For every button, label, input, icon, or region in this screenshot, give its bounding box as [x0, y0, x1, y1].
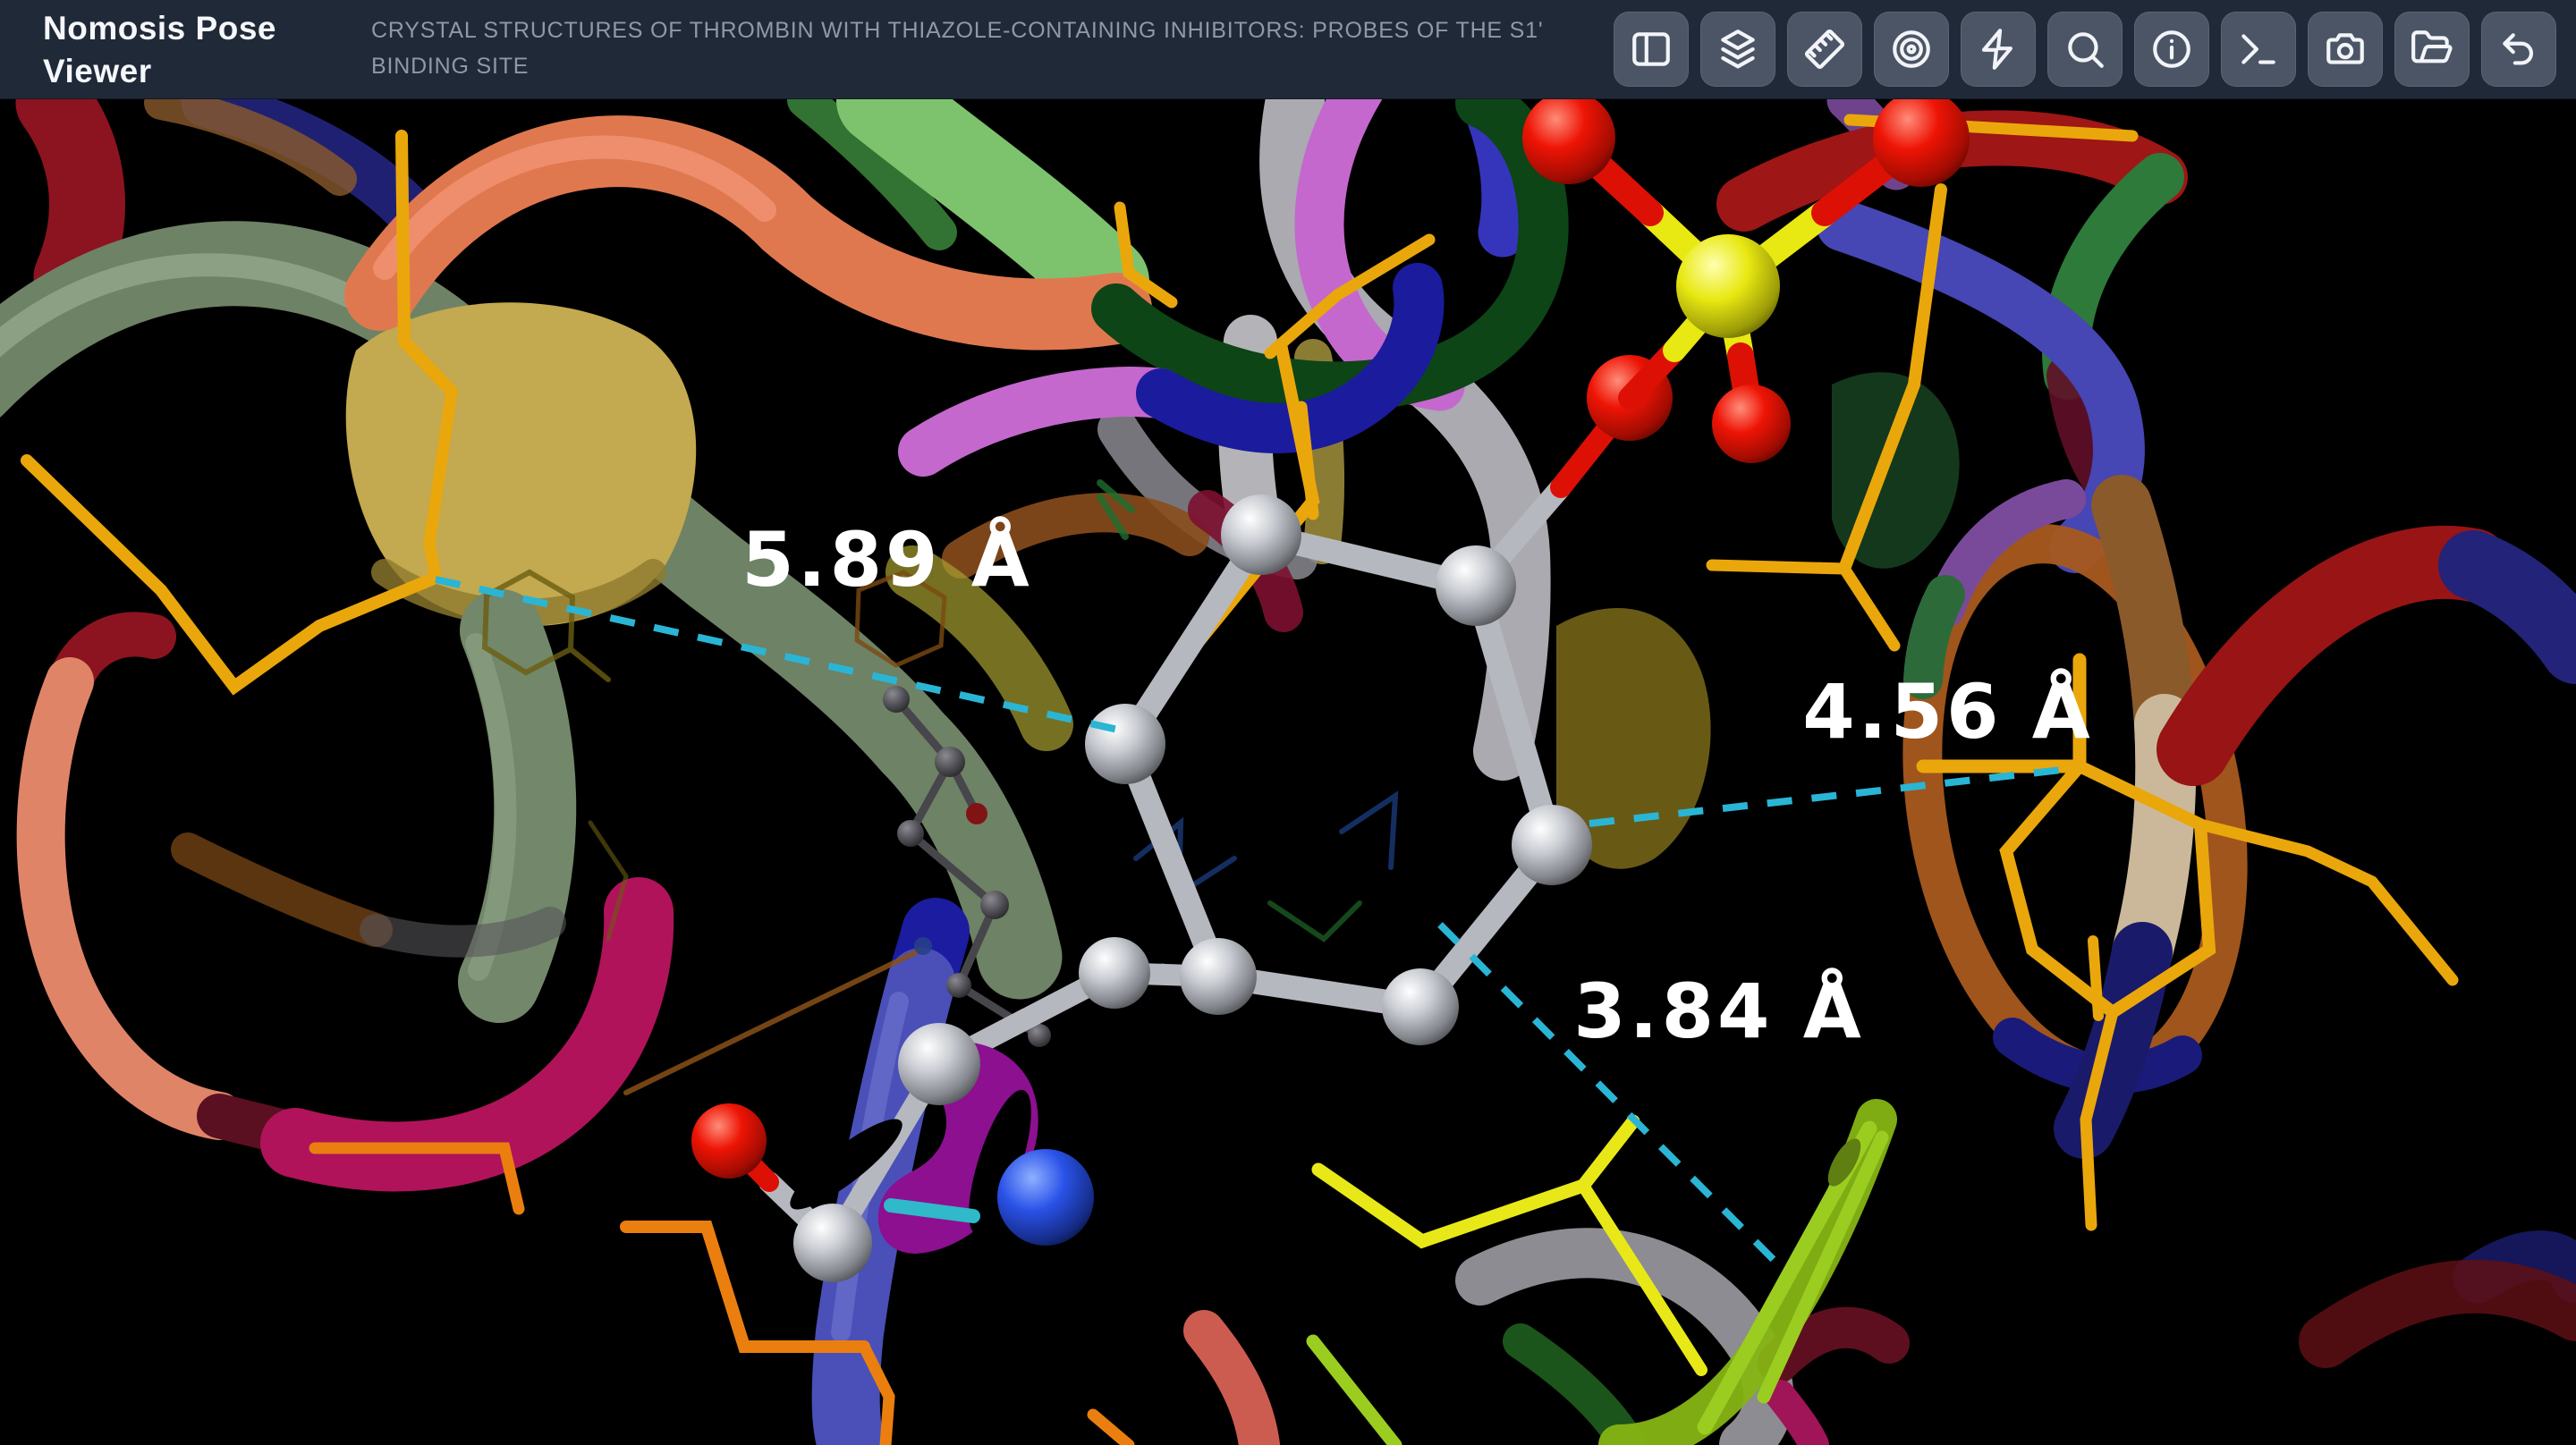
folder-open-icon — [2410, 27, 2454, 72]
console-button[interactable] — [2221, 12, 2296, 87]
search-icon — [2063, 27, 2107, 72]
panel-toggle-button[interactable] — [1614, 12, 1689, 87]
undo-icon — [2496, 27, 2541, 72]
sulfate-oxygen-atom — [1712, 384, 1791, 463]
structure-title-line1: CRYSTAL STRUCTURES OF THROMBIN WITH THIA… — [371, 13, 1543, 48]
app-title: Nomosis Pose Viewer — [43, 7, 276, 93]
screenshot-button[interactable] — [2308, 12, 2383, 87]
quick-actions-button[interactable] — [1961, 12, 2036, 87]
header-bar: Nomosis Pose Viewer CRYSTAL STRUCTURES O… — [0, 0, 2576, 99]
app-title-line2: Viewer — [43, 50, 276, 93]
info-button[interactable] — [2134, 12, 2209, 87]
terminal-icon — [2236, 27, 2281, 72]
molecule-scene: 5.89 Å 4.56 Å 3.84 Å — [0, 98, 2576, 1445]
structure-title: CRYSTAL STRUCTURES OF THROMBIN WITH THIA… — [371, 13, 1543, 84]
sulfur-atom — [1676, 234, 1780, 338]
ruler-icon — [1802, 27, 1847, 72]
measurement-label-2: 4.56 Å — [1802, 668, 2094, 756]
undo-button[interactable] — [2481, 12, 2556, 87]
open-file-button[interactable] — [2394, 12, 2470, 87]
info-icon — [2149, 27, 2194, 72]
layers-button[interactable] — [1700, 12, 1775, 87]
search-button[interactable] — [2047, 12, 2123, 87]
app-title-line1: Nomosis Pose — [43, 7, 276, 50]
measurement-label-1: 5.89 Å — [741, 516, 1033, 604]
ligand-oxygen-atom — [691, 1103, 767, 1179]
toolbar — [1614, 12, 2556, 87]
ligand-nitrogen-atom — [997, 1149, 1094, 1246]
measurement-label-3: 3.84 Å — [1573, 968, 1865, 1055]
layers-icon — [1716, 27, 1760, 72]
camera-icon — [2323, 27, 2368, 72]
zap-icon — [1976, 27, 2021, 72]
focus-target-button[interactable] — [1874, 12, 1949, 87]
molecular-viewport[interactable]: 5.89 Å 4.56 Å 3.84 Å — [0, 98, 2576, 1445]
target-icon — [1889, 27, 1934, 72]
panel-left-icon — [1629, 27, 1674, 72]
structure-title-line2: BINDING SITE — [371, 48, 1543, 84]
measure-button[interactable] — [1787, 12, 1862, 87]
app-window: Nomosis Pose Viewer CRYSTAL STRUCTURES O… — [0, 0, 2576, 1445]
